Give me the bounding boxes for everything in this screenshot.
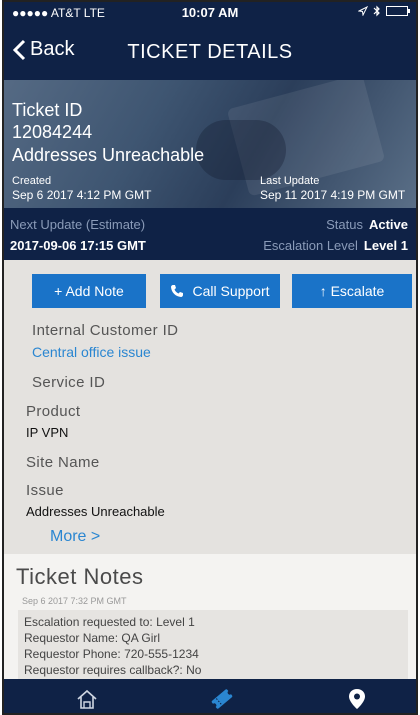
escalation-label: Escalation Level [263,238,358,253]
page-title: TICKET DETAILS [127,41,293,63]
next-update-value: 2017-09-06 17:15 GMT [10,238,146,253]
note-card: Escalation requested to: Level 1 Request… [18,610,408,690]
more-link[interactable]: More > [50,528,100,546]
location-arrow-icon [358,6,368,16]
banner-background-shape [196,120,286,180]
escalation-row: Escalation Level Level 1 [263,238,408,253]
action-buttons: + Add Note Call Support ↑ Escalate [4,274,416,308]
note-line: Escalation requested to: Level 1 [24,615,195,629]
site-name-label: Site Name [26,454,100,471]
ticket-notes-section: Ticket Notes Sep 6 2017 7:32 PM GMT Esca… [4,554,416,690]
tab-home[interactable] [72,685,102,713]
ticket-id-label: Ticket ID [12,100,83,120]
ticket-description: Addresses Unreachable [12,145,205,165]
escalate-button[interactable]: ↑ Escalate [292,274,412,308]
tab-tickets[interactable] [207,685,237,713]
phone-icon [171,285,184,297]
clock: 10:07 AM [181,5,239,20]
internal-customer-id-link[interactable]: Central office issue [32,344,151,360]
internal-customer-id-label: Internal Customer ID [32,322,179,339]
created-value: Sep 6 2017 4:12 PM GMT [12,188,152,202]
last-update-value: Sep 11 2017 4:19 PM GMT [260,188,406,202]
created-label: Created [12,175,52,187]
home-icon [77,689,97,709]
escalate-label: ↑ Escalate [319,283,385,299]
call-support-button[interactable]: Call Support [160,274,280,308]
note-line: Requestor Name: QA Girl [24,631,161,645]
ticket-notes-heading: Ticket Notes [16,564,144,589]
add-note-button[interactable]: + Add Note [32,274,146,308]
phone-screen: ●●●●● AT&T LTE 10:07 AM Back TICKET DETA… [2,0,418,715]
ticket-details-section: + Add Note Call Support ↑ Escalate Inter… [4,260,416,554]
last-update-label: Last Update [260,175,320,187]
navigation-bar: Back TICKET DETAILS [4,24,416,80]
status-icons [358,5,410,17]
add-note-label: + Add Note [54,283,124,299]
ticket-status-bar: Next Update (Estimate) 2017-09-06 17:15 … [4,208,416,260]
call-support-label: Call Support [192,283,270,299]
note-timestamp: Sep 6 2017 7:32 PM GMT [22,596,127,606]
ticket-icon [211,689,233,709]
ticket-id-value: 12084244 [12,122,93,142]
tab-locations[interactable] [342,685,372,713]
status-bar: ●●●●● AT&T LTE 10:07 AM [4,2,416,24]
status-row: Status Active [326,217,408,232]
location-pin-icon [349,689,365,709]
issue-value: Addresses Unreachable [26,504,165,519]
service-id-label: Service ID [32,374,106,391]
product-label: Product [26,403,81,420]
status-value: Active [368,217,408,232]
bottom-tab-bar [4,679,416,713]
note-line: Requestor requires callback?: No [24,663,202,677]
issue-label: Issue [26,482,64,499]
status-label: Status [326,217,363,232]
product-value: IP VPN [26,425,69,440]
ticket-hero-banner: Ticket ID 12084244 Addresses Unreachable… [4,80,416,208]
escalation-value: Level 1 [363,238,408,253]
next-update-label: Next Update (Estimate) [10,217,146,232]
bluetooth-icon [373,5,380,17]
note-line: Requestor Phone: 720-555-1234 [24,647,199,661]
battery-icon [386,6,410,16]
